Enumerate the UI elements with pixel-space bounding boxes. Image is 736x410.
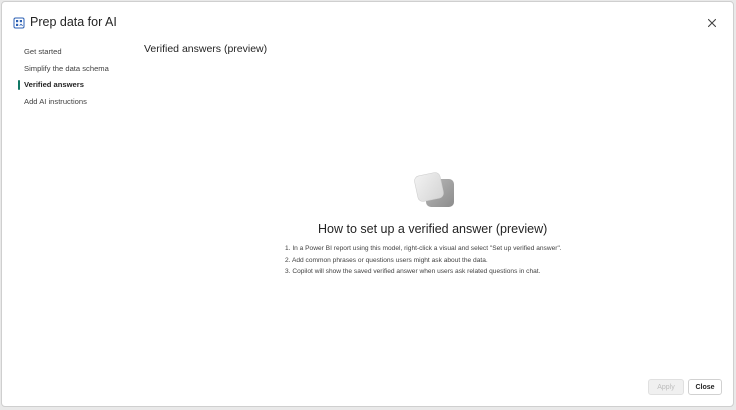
nav-item-ai-instructions[interactable]: Add AI instructions — [18, 94, 138, 111]
prep-data-icon — [13, 17, 25, 29]
close-button[interactable]: Close — [688, 379, 722, 395]
nav-item-simplify-schema[interactable]: Simplify the data schema — [18, 61, 138, 78]
nav-item-label: Verified answers — [24, 80, 84, 89]
instruction-step: 2. Add common phrases or questions users… — [285, 256, 488, 264]
nav-item-get-started[interactable]: Get started — [18, 44, 138, 61]
nav-item-label: Simplify the data schema — [24, 63, 109, 73]
prep-data-dialog: Prep data for AI Get started Simplify th… — [1, 1, 734, 407]
nav-item-label: Add AI instructions — [24, 96, 87, 106]
instruction-step: 1. In a Power BI report using this model… — [285, 245, 562, 252]
close-icon[interactable] — [705, 16, 719, 30]
empty-state-heading: How to set up a verified answer (preview… — [318, 222, 548, 236]
instruction-steps: 1. In a Power BI report using this model… — [285, 243, 562, 278]
section-title: Verified answers (preview) — [144, 43, 268, 55]
instruction-step: 3. Copilot will show the saved verified … — [285, 268, 541, 275]
nav-item-verified-answers[interactable]: Verified answers — [18, 77, 138, 94]
steps-nav: Get started Simplify the data schema Ver… — [18, 44, 138, 110]
dialog-title: Prep data for AI — [30, 15, 117, 29]
stacked-cards-icon — [414, 172, 454, 207]
dialog-titlebar: Prep data for AI — [2, 2, 733, 44]
apply-button[interactable]: Apply — [648, 379, 684, 395]
nav-item-label: Get started — [24, 47, 62, 56]
